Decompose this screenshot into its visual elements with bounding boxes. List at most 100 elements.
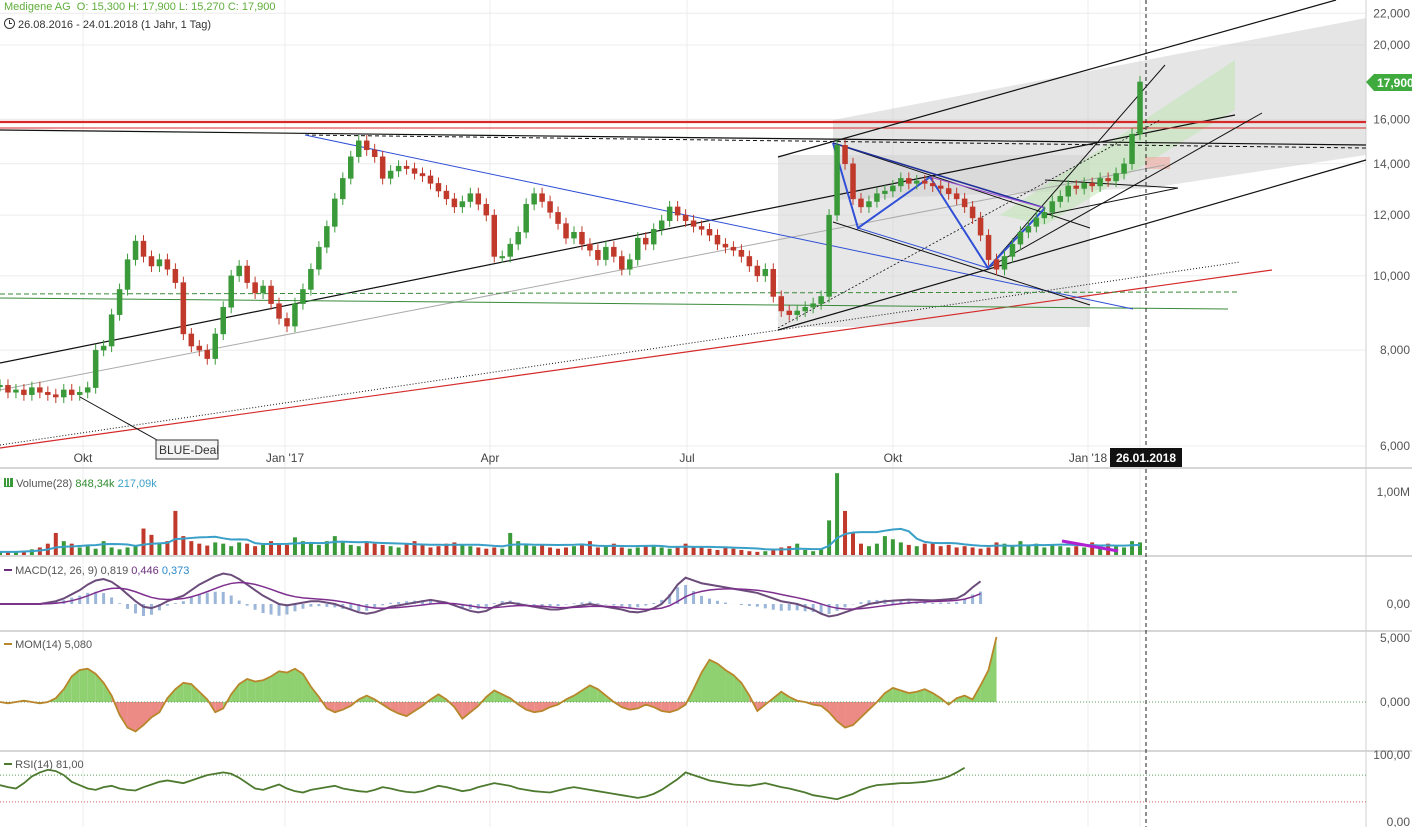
macd-histogram-bar: [955, 602, 959, 604]
ohlc-values: O: 15,300 H: 17,900 L: 15,270 C: 17,900: [76, 1, 276, 13]
date-tick-label: Jul: [679, 451, 694, 465]
volume-bar: [827, 520, 832, 555]
macd-histogram-bar: [134, 604, 138, 614]
candle-body: [850, 163, 856, 200]
volume-bar: [125, 547, 130, 555]
volume-bar: [731, 548, 736, 555]
volume-value: 848,34k: [75, 478, 115, 490]
candle-body: [794, 310, 800, 315]
candle-body: [13, 389, 19, 393]
candle-body: [475, 193, 482, 205]
volume-bar: [978, 548, 983, 555]
volume-bar: [109, 547, 114, 555]
momentum-area-segment: [127, 702, 136, 732]
volume-bar: [1130, 541, 1135, 555]
candle-body: [937, 185, 944, 189]
momentum-area-segment: [119, 702, 128, 728]
candle-body: [411, 168, 418, 174]
candle-body: [467, 193, 474, 202]
momentum-area-segment: [63, 676, 72, 702]
volume-bar: [874, 543, 879, 555]
candle-body: [156, 259, 163, 267]
candle-body: [1089, 183, 1095, 187]
volume-bar: [332, 536, 337, 555]
rsi-value: 81,00: [56, 759, 84, 771]
candle-body: [579, 231, 585, 245]
candle-body: [100, 345, 107, 351]
candle-body: [276, 303, 282, 319]
candle-body: [92, 349, 99, 388]
candle-body: [5, 385, 11, 393]
volume-bar: [221, 543, 226, 555]
rsi-tick-label-top: 100,00: [1373, 748, 1410, 762]
candle-body: [379, 156, 386, 179]
volume-bar: [635, 547, 640, 555]
chart-canvas[interactable]: BLUE-Deal 22,000 20,000 16,000 14,000 12,000 1…: [0, 0, 1412, 827]
macd-histogram-bar: [118, 603, 122, 604]
macd-histogram-bar: [317, 604, 321, 607]
candle-body: [324, 226, 330, 248]
volume-bar: [723, 547, 728, 555]
volume-label: Volume(28): [16, 478, 73, 490]
candle-body: [1129, 133, 1135, 165]
volume-bar: [954, 547, 959, 555]
candle-body: [587, 243, 593, 251]
candle-body: [316, 246, 322, 270]
candle-body: [212, 333, 218, 359]
candle-body: [882, 190, 888, 194]
macd-signal-value: 0,446: [131, 565, 159, 577]
volume-bar: [556, 548, 561, 555]
macd-histogram-bar: [612, 604, 616, 606]
macd-histogram-bar: [484, 604, 488, 608]
candle-body: [1057, 196, 1064, 202]
volume-bar: [133, 546, 138, 555]
line-icon: [4, 763, 12, 765]
volume-bar: [540, 544, 545, 555]
volume-bar: [882, 536, 887, 555]
macd-histogram-bar: [715, 600, 719, 604]
candle-body: [531, 193, 537, 205]
momentum-area-segment: [845, 702, 854, 728]
macd-histogram-bar: [636, 604, 640, 608]
candle-body: [196, 345, 203, 351]
volume-bar: [396, 547, 401, 555]
volume-bar: [157, 543, 162, 555]
momentum-area-segment: [183, 682, 192, 702]
macd-histogram-bar: [596, 603, 600, 604]
volume-bar: [149, 534, 154, 555]
candle-body: [754, 265, 761, 277]
candle-body: [292, 303, 298, 327]
macd-histogram-bar: [492, 603, 496, 604]
volume-bar: [253, 546, 258, 555]
candle-body: [619, 256, 625, 270]
candle-body: [21, 389, 27, 395]
momentum-area-segment: [829, 702, 838, 722]
candle-body: [491, 214, 498, 257]
volume-average-line: [0, 527, 1141, 553]
momentum-layer: [0, 636, 1366, 733]
price-tick-label: 16,000: [1373, 112, 1410, 126]
candle-body: [124, 259, 131, 290]
macd-histogram-bar: [110, 597, 114, 604]
volume-bar: [747, 551, 752, 555]
volume-bar: [229, 546, 234, 555]
candle-body: [1041, 212, 1048, 219]
volume-bar: [946, 544, 951, 555]
volume-bar: [516, 541, 521, 555]
candle-body: [539, 193, 545, 202]
macd-histogram-bar: [652, 603, 656, 604]
candle-body: [706, 229, 713, 236]
candle-body: [308, 269, 314, 290]
volume-legend: Volume(28) 848,34k 217,09k: [4, 478, 157, 490]
macd-histogram-bar: [389, 602, 393, 604]
candle-body: [1121, 163, 1127, 174]
candle-body: [722, 243, 729, 248]
line-icon: [4, 569, 12, 571]
candle-body: [228, 275, 234, 308]
volume-bar: [803, 549, 808, 555]
candle-body: [1113, 173, 1119, 182]
volume-bar: [372, 543, 377, 555]
macd-histogram-bar: [771, 604, 775, 610]
candle-body: [650, 229, 657, 245]
candle-body: [762, 269, 769, 277]
